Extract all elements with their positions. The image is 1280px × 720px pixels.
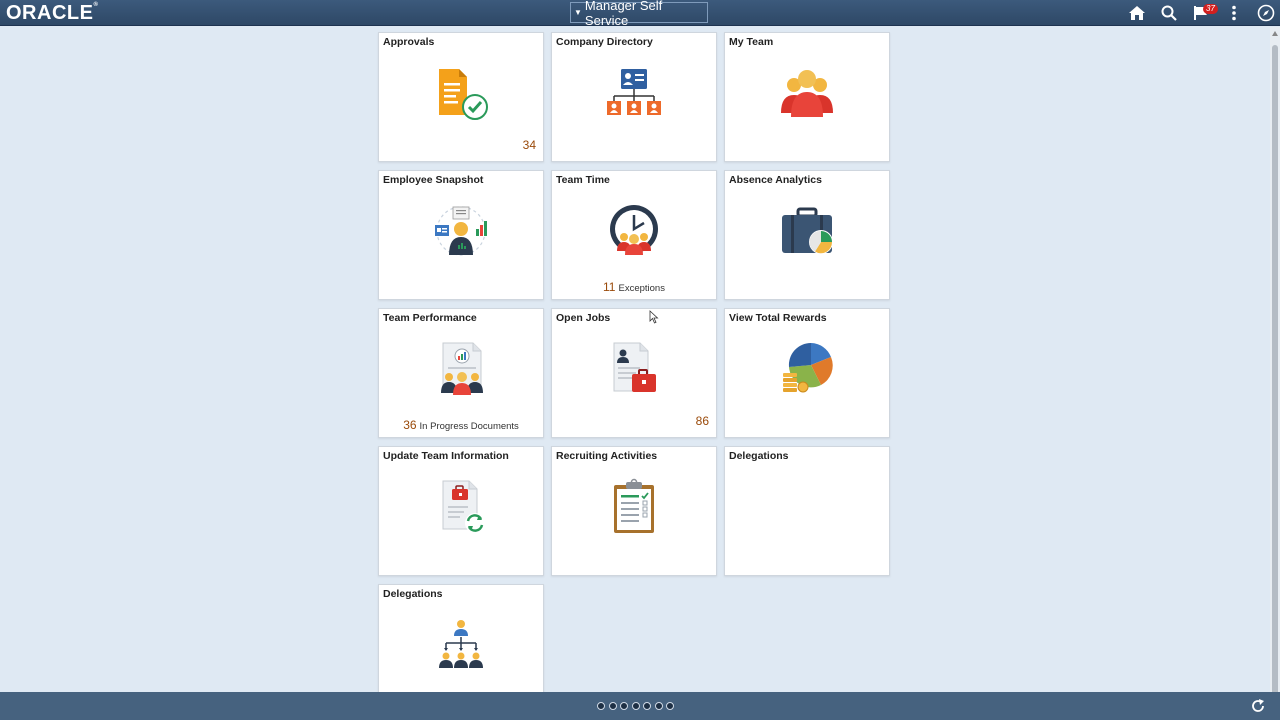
notification-count-badge: 37	[1203, 4, 1218, 14]
update-team-info-icon	[431, 477, 491, 537]
page-dot[interactable]	[666, 702, 674, 710]
page-dot[interactable]	[631, 702, 640, 710]
open-jobs-icon	[604, 339, 664, 399]
tile-approvals[interactable]: Approvals 34	[378, 32, 544, 162]
tile-view-total-rewards[interactable]: View Total Rewards	[724, 308, 890, 438]
tile-title: Open Jobs	[556, 312, 611, 324]
exceptions-count: 11	[603, 280, 616, 294]
company-directory-org-icon	[604, 63, 664, 123]
tile-title: Company Directory	[556, 36, 653, 48]
page-dot[interactable]	[643, 702, 651, 710]
search-icon[interactable]	[1158, 3, 1180, 23]
tile-recruiting-activities[interactable]: Recruiting Activities	[551, 446, 717, 576]
tile-absence-analytics[interactable]: Absence Analytics	[724, 170, 890, 300]
homepage-page-dots	[597, 702, 674, 710]
team-performance-icon	[431, 339, 491, 399]
home-icon[interactable]	[1126, 3, 1148, 23]
tile-team-time[interactable]: Team Time 11 Exceptions	[551, 170, 717, 300]
tile-team-performance[interactable]: Team Performance 36 In Progress Documents	[378, 308, 544, 438]
tile-company-directory[interactable]: Company Directory	[551, 32, 717, 162]
open-jobs-count: 86	[695, 414, 709, 428]
tile-title: Delegations	[383, 588, 443, 600]
refresh-icon[interactable]	[1250, 698, 1266, 714]
actions-menu-icon[interactable]	[1223, 3, 1245, 23]
caret-down-icon: ▼	[574, 8, 582, 17]
tile-title: Team Performance	[383, 312, 477, 324]
total-rewards-pie-icon	[777, 339, 837, 399]
recruiting-clipboard-icon	[604, 477, 664, 537]
navbar-compass-icon[interactable]	[1255, 3, 1277, 23]
scrollbar-thumb[interactable]	[1272, 45, 1278, 705]
tile-title: Update Team Information	[383, 450, 509, 462]
team-performance-caption: 36 In Progress Documents	[379, 418, 543, 432]
delegations-hierarchy-icon	[431, 615, 491, 675]
mouse-cursor-icon	[649, 310, 659, 329]
footer-bar	[0, 692, 1280, 720]
tile-open-jobs[interactable]: Open Jobs 86	[551, 308, 717, 438]
tile-title: My Team	[729, 36, 774, 48]
approvals-document-check-icon	[431, 63, 491, 123]
in-progress-label: In Progress Documents	[419, 421, 519, 432]
tile-employee-snapshot[interactable]: Employee Snapshot	[378, 170, 544, 300]
homepage-label: Manager Self Service	[584, 0, 663, 28]
absence-analytics-briefcase-icon	[777, 201, 837, 261]
in-progress-count: 36	[403, 418, 417, 432]
tile-title: Delegations	[729, 450, 789, 462]
page-dot[interactable]	[608, 702, 617, 710]
team-time-caption: 11 Exceptions	[552, 280, 716, 294]
vertical-scrollbar[interactable]	[1270, 27, 1280, 705]
tile-title: Recruiting Activities	[556, 450, 658, 462]
page-dot[interactable]	[654, 702, 663, 710]
exceptions-label: Exceptions	[618, 283, 665, 294]
tile-title: Employee Snapshot	[383, 174, 484, 186]
approvals-count: 34	[522, 138, 536, 152]
tile-title: Team Time	[556, 174, 610, 186]
page-dot[interactable]	[620, 702, 628, 710]
my-team-people-icon	[777, 63, 837, 123]
tile-title: Absence Analytics	[729, 174, 822, 186]
team-time-clock-icon	[604, 201, 664, 261]
tile-title: View Total Rewards	[729, 312, 827, 324]
scroll-up-arrow-icon[interactable]	[1272, 31, 1278, 36]
page-dot[interactable]	[597, 702, 605, 710]
tile-title: Approvals	[383, 36, 435, 48]
employee-snapshot-icon	[431, 201, 491, 261]
tile-delegations[interactable]: Delegations	[724, 446, 890, 576]
header-bar: ORACLE® ▼ Manager Self Service 37	[0, 0, 1280, 28]
homepage-selector[interactable]: ▼ Manager Self Service	[570, 0, 708, 28]
tile-update-team-information[interactable]: Update Team Information	[378, 446, 544, 576]
oracle-logo: ORACLE®	[6, 2, 99, 24]
tile-my-team[interactable]: My Team	[724, 32, 890, 162]
